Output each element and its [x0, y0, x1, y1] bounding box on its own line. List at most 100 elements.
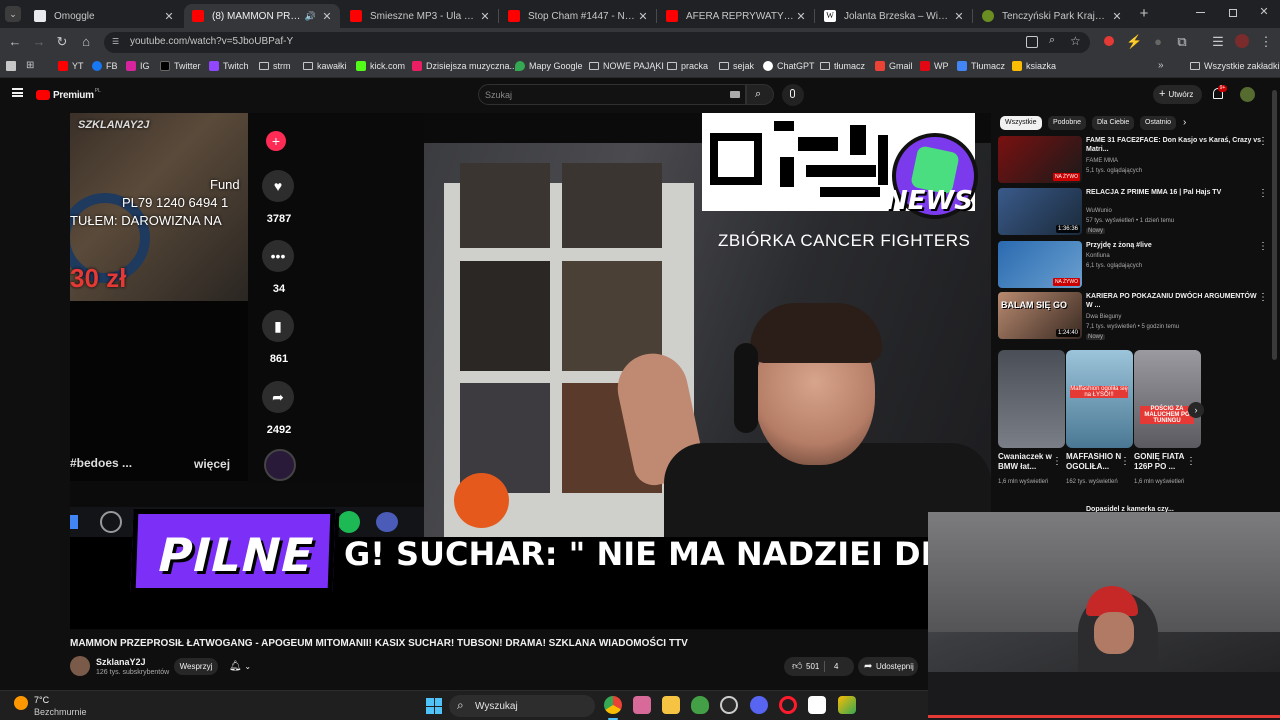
reload-icon[interactable]: ↻ — [54, 34, 70, 50]
bookmark-folder-pracka[interactable]: pracka — [667, 61, 708, 71]
like-count[interactable]: 501 — [806, 657, 819, 676]
subscription-bell-button[interactable]: 🔔︎ ⌄ — [223, 658, 257, 675]
bookmark-chatgpt[interactable]: ChatGPT — [763, 61, 815, 71]
search-button[interactable]: ⌕ — [746, 84, 774, 105]
close-window-button[interactable]: ✕ — [1258, 5, 1270, 19]
chips-next-icon[interactable]: › — [1183, 117, 1186, 128]
bookmark-ig[interactable]: IG — [126, 61, 150, 71]
extensions-icon[interactable]: ⧉ — [1174, 34, 1190, 50]
account-avatar[interactable] — [1240, 87, 1255, 102]
chip-for-you[interactable]: Dla Ciebie — [1092, 116, 1135, 130]
bookmark-twitch[interactable]: Twitch — [209, 61, 249, 71]
address-bar[interactable]: ☰ youtube.com/watch?v=5JboUBPaf-Y ⌕ ☆ — [104, 32, 1090, 53]
audio-playing-icon[interactable]: 🔊 — [305, 11, 316, 22]
recommendation-thumbnail[interactable]: NA ŻYWO — [998, 241, 1082, 288]
video-player[interactable]: SZKLANAY2J Fund PL79 1240 6494 1 TUŁEM: … — [70, 113, 991, 630]
recommendation-item[interactable]: BALAM SIĘ GO 1:24:40 KARIERA PO POKAZANI… — [998, 292, 1268, 340]
short-title[interactable]: GONIĘ FIATA 126P PO ... — [1134, 452, 1192, 472]
bookmark-fb[interactable]: FB — [92, 61, 118, 71]
recommendation-thumbnail[interactable]: BALAM SIĘ GO 1:24:40 — [998, 292, 1082, 339]
bookmark-twitter[interactable]: Twitter — [160, 61, 201, 71]
bookmark-kick[interactable]: kick.com — [356, 61, 405, 71]
extension-circle-icon[interactable]: ● — [1150, 34, 1166, 50]
file-explorer-icon[interactable] — [662, 696, 680, 714]
chip-recent[interactable]: Ostatnio — [1140, 116, 1176, 130]
hamburger-menu-icon[interactable] — [12, 88, 23, 97]
zoom-icon[interactable]: ⌕ — [1049, 34, 1055, 47]
tab-smieszne-mp3[interactable]: Śmieszne MP3 - Ula wróć - YouTube ✕ — [342, 4, 498, 28]
more-options-icon[interactable]: ⋮ — [1258, 241, 1268, 252]
more-options-icon[interactable]: ⋮ — [1258, 188, 1268, 199]
forward-arrow-icon[interactable]: → — [31, 34, 47, 50]
recommendation-item[interactable]: NA ŻYWO Przyjdę z żoną #live Konfiuna 6,… — [998, 241, 1268, 289]
search-input[interactable]: Szukaj — [478, 84, 746, 105]
bookmark-wp[interactable]: WP — [920, 61, 949, 71]
tab-close-icon[interactable]: ✕ — [636, 10, 650, 23]
tab-close-icon[interactable]: ✕ — [794, 10, 808, 23]
recommendation-channel[interactable]: FAME MMA — [1086, 158, 1118, 164]
install-app-icon[interactable] — [1026, 36, 1038, 48]
discord-app-icon[interactable] — [750, 696, 768, 714]
weather-widget[interactable]: 7°C Bezchmurnie — [14, 694, 104, 718]
recommendation-title[interactable]: RELACJA Z PRIME MMA 16 | Pal Hajs TV — [1086, 188, 1262, 197]
recommendation-item[interactable]: 1:36:36 RELACJA Z PRIME MMA 16 | Pal Haj… — [998, 188, 1268, 236]
bookmark-gmail[interactable]: Gmail — [875, 61, 913, 71]
bookmark-star-icon[interactable]: ☆ — [1070, 34, 1081, 48]
paint-app-icon[interactable] — [633, 696, 651, 714]
recommendation-title[interactable]: Przyjdę z żoną #live — [1086, 241, 1262, 250]
minimize-button[interactable] — [1196, 12, 1205, 13]
more-options-icon[interactable]: ⋮ — [1258, 292, 1268, 303]
tab-close-icon[interactable]: ✕ — [320, 10, 334, 23]
share-button[interactable]: ➦ Udostępnij — [858, 657, 918, 676]
short-title[interactable]: MAFFASHIO N OGOLIŁA... — [1066, 452, 1124, 472]
bookmark-folder-tlumacz[interactable]: tłumacz — [820, 61, 865, 71]
bookmark-folder-pajaki[interactable]: NOWE PAJĄKI — [589, 61, 664, 71]
tab-park[interactable]: Tenczyński Park Krajobrazowy ✕ — [974, 4, 1130, 28]
recommendation-title[interactable]: FAME 31 FACE2FACE: Don Kasjo vs Karaś, C… — [1086, 136, 1262, 154]
shorts-next-button[interactable]: › — [1188, 402, 1204, 418]
tab-list-button[interactable]: ⌄ — [5, 6, 21, 22]
recommendation-channel[interactable]: WuWunio — [1086, 208, 1112, 214]
grid-icon[interactable]: ⊞ — [26, 60, 34, 71]
short-thumbnail[interactable] — [998, 350, 1065, 448]
new-tab-button[interactable]: + — [1136, 5, 1152, 23]
keyboard-icon[interactable] — [730, 91, 740, 98]
comment-count-small[interactable]: 4 — [834, 657, 838, 676]
tab-afera[interactable]: AFERA REPRYWATYZACYJNA. Ja ✕ — [658, 4, 814, 28]
vpn-app-icon[interactable] — [691, 696, 709, 714]
bookmark-folder-sejak[interactable]: sejak — [719, 61, 754, 71]
chrome-taskbar-icon[interactable] — [604, 696, 622, 714]
recommendation-channel[interactable]: Konfiuna — [1086, 253, 1110, 259]
short-thumbnail[interactable]: POŚCIG ZA MALUCHEM PO TUNINGU — [1134, 350, 1201, 448]
profile-avatar-icon[interactable] — [1234, 34, 1250, 50]
recommendation-channel[interactable]: Dwa Bieguny — [1086, 314, 1121, 320]
apps-icon[interactable] — [6, 61, 16, 71]
tab-stop-cham[interactable]: Stop Cham #1447 - Niebezpieczne ✕ — [500, 4, 656, 28]
tab-wikipedia[interactable]: W Jolanta Brzeska – Wikipedia, wo ✕ — [816, 4, 972, 28]
tab-active-mammon[interactable]: (8) MAMMON PRZEPROSIŁ ŁATWOGANG - You 🔊 … — [184, 4, 340, 28]
create-button[interactable]: + Utwórz — [1153, 85, 1202, 104]
more-options-icon[interactable]: ⋮ — [1052, 456, 1062, 467]
extension-puzzle-icon[interactable]: ⚡ — [1126, 34, 1142, 50]
opera-app-icon[interactable] — [779, 696, 797, 714]
obs-app-icon[interactable] — [808, 696, 826, 714]
youtube-premium-logo[interactable]: Premium PL — [36, 88, 101, 102]
bookmark-ksiazka[interactable]: ksiazka — [1012, 61, 1056, 71]
recommendation-thumbnail[interactable]: NA ŻYWO — [998, 136, 1082, 183]
reading-list-icon[interactable]: ☰ — [1210, 34, 1226, 50]
thumbs-up-icon[interactable]: 👍︎ — [792, 657, 802, 676]
windows-start-icon[interactable] — [426, 698, 442, 714]
back-arrow-icon[interactable]: ← — [7, 34, 23, 50]
short-thumbnail[interactable]: Maffashion ogoliła się na ŁYSO!!! — [1066, 350, 1133, 448]
bookmark-folder-strm[interactable]: strm — [259, 61, 291, 71]
channel-avatar[interactable] — [70, 656, 90, 676]
chip-all[interactable]: Wszystkie — [1000, 116, 1042, 130]
chip-related[interactable]: Podobne — [1048, 116, 1087, 130]
channel-name[interactable]: SzklanaY2J — [96, 657, 146, 667]
tab-close-icon[interactable]: ✕ — [478, 10, 492, 23]
more-options-icon[interactable]: ⋮ — [1186, 456, 1196, 467]
record-extension-icon[interactable] — [1101, 34, 1117, 50]
bookmark-folder-kawalki[interactable]: kawałki — [303, 61, 347, 71]
short-title[interactable]: Cwaniaczek w BMW łat... — [998, 452, 1056, 472]
steam-app-icon[interactable] — [720, 696, 738, 714]
